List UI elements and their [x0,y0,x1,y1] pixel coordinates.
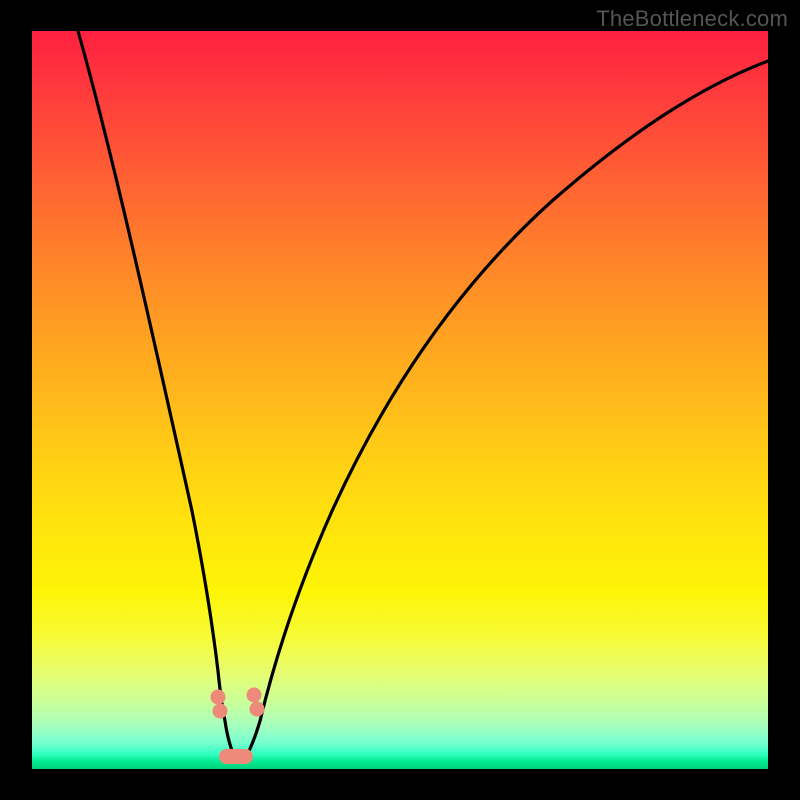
right-pink-marker [247,688,265,717]
bottom-pink-marker [219,749,253,764]
left-pink-marker [211,690,228,719]
chart-frame: TheBottleneck.com [0,0,800,800]
curve-layer [32,31,768,769]
bottleneck-curve [78,31,768,756]
plot-area [32,31,768,769]
watermark-text: TheBottleneck.com [596,6,788,32]
